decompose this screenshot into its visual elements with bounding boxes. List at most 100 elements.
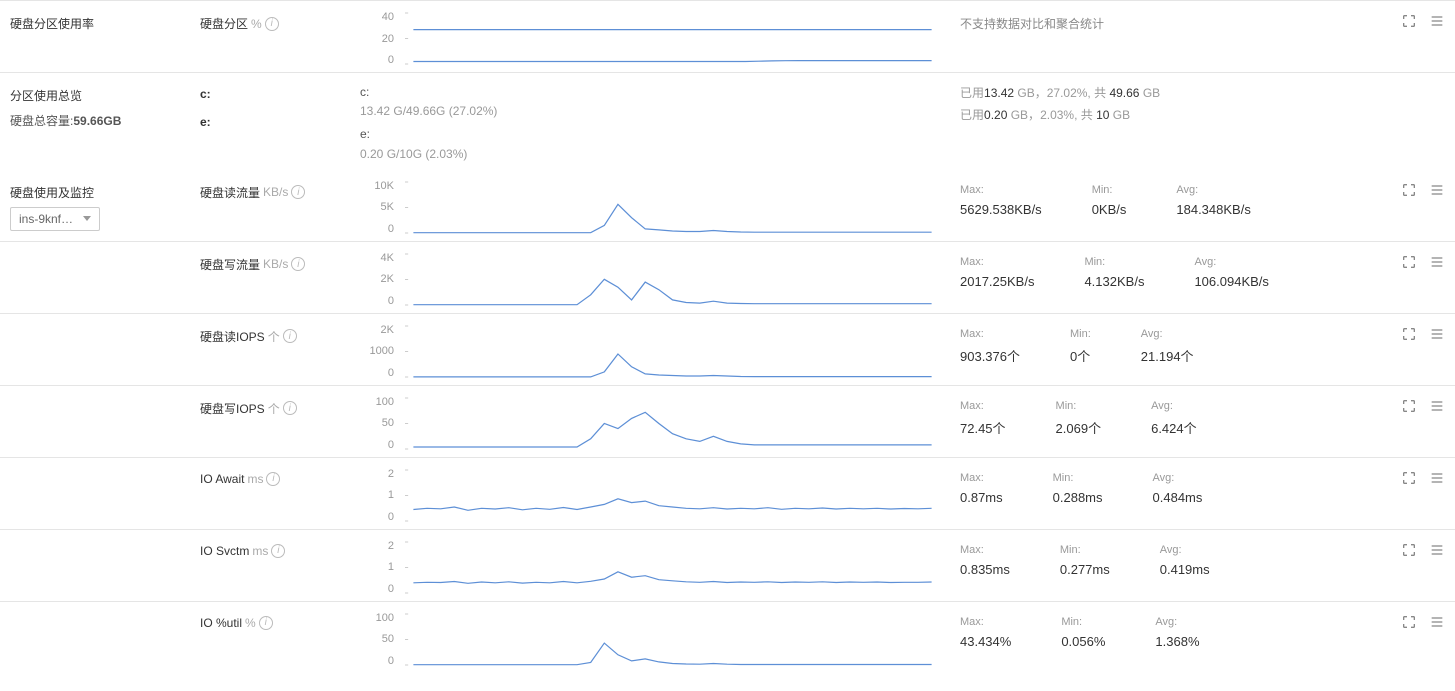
metric-row: 硬盘读IOPS个i2K10000Max:903.376个Min:0个Avg:21… (0, 313, 1455, 385)
metric-row: IO Svctmmsi210Max:0.835msMin:0.277msAvg:… (0, 529, 1455, 601)
metric-name-text: 硬盘分区 (200, 15, 248, 32)
y-tick: 0 (388, 439, 394, 451)
metric-unit: KB/s (263, 257, 288, 271)
stat-max: Max:0.835ms (960, 544, 1010, 577)
note-text: 不支持数据对比和聚合统计 (940, 11, 1375, 32)
chart-0: 10K5K0 (360, 180, 940, 235)
info-icon[interactable]: i (266, 472, 280, 486)
chart-5: 210 (360, 540, 940, 595)
menu-icon[interactable] (1429, 470, 1445, 486)
expand-icon[interactable] (1401, 398, 1417, 414)
drives-list: c: e: (200, 83, 360, 129)
expand-icon[interactable] (1401, 182, 1417, 198)
y-tick: 100 (376, 612, 394, 624)
chart-4: 210 (360, 468, 940, 523)
stat-max: Max:2017.25KB/s (960, 256, 1034, 289)
stat-value: 6.424个 (1151, 418, 1197, 437)
stat-value: 4.132KB/s (1084, 274, 1144, 289)
expand-icon[interactable] (1401, 470, 1417, 486)
y-tick: 10K (374, 180, 394, 192)
y-tick: 2K (381, 324, 394, 336)
expand-icon[interactable] (1401, 254, 1417, 270)
chart-ylabels: 4K2K0 (360, 252, 400, 307)
drive-label: e: (200, 115, 360, 129)
summary-unit: GB (1109, 108, 1130, 122)
info-icon[interactable]: i (283, 329, 297, 343)
chart-ylabels: 210 (360, 540, 400, 595)
drive-label: c: (200, 87, 360, 101)
y-tick: 0 (388, 511, 394, 523)
drive-details: c: 13.42 G/49.66G (27.02%) e: 0.20 G/10G… (360, 83, 940, 164)
y-tick: 100 (376, 396, 394, 408)
side-spacer (10, 468, 200, 472)
metric-row: IO Awaitmsi210Max:0.87msMin:0.288msAvg:0… (0, 457, 1455, 529)
y-tick: 20 (382, 33, 394, 45)
chart-area (405, 11, 940, 66)
capacity-line: 硬盘总容量:59.66GB (10, 112, 200, 129)
stat-label: Max: (960, 616, 1011, 628)
info-icon[interactable]: i (265, 17, 279, 31)
row-actions (1375, 11, 1445, 29)
y-tick: 5K (381, 201, 394, 213)
info-icon[interactable]: i (291, 257, 305, 271)
menu-icon[interactable] (1429, 254, 1445, 270)
side-label: 硬盘使用及监控ins-9knf… (10, 180, 200, 231)
menu-icon[interactable] (1429, 326, 1445, 342)
row-actions (1375, 324, 1445, 342)
y-tick: 0 (388, 295, 394, 307)
summary-used: 0.20 (984, 108, 1007, 122)
info-icon[interactable]: i (259, 616, 273, 630)
stat-value: 0KB/s (1092, 202, 1127, 217)
summary-prefix: 已用 (960, 108, 984, 122)
stats: Max:43.434%Min:0.056%Avg:1.368% (940, 612, 1375, 649)
drive-detail-line: 0.20 G/10G (2.03%) (360, 145, 940, 164)
metric-row: 硬盘写IOPS个i100500Max:72.45个Min:2.069个Avg:6… (0, 385, 1455, 457)
info-icon[interactable]: i (291, 185, 305, 199)
stat-value: 5629.538KB/s (960, 202, 1042, 217)
stat-label: Min: (1060, 544, 1110, 556)
info-icon[interactable]: i (283, 401, 297, 415)
y-tick: 1 (388, 561, 394, 573)
summary-unit: GB， (1017, 86, 1046, 100)
stat-label: Min: (1056, 400, 1102, 412)
row-actions (1375, 612, 1445, 630)
menu-icon[interactable] (1429, 398, 1445, 414)
menu-icon[interactable] (1429, 614, 1445, 630)
y-tick: 40 (382, 11, 394, 23)
metric-unit: 个 (268, 400, 280, 417)
chart-6: 100500 (360, 612, 940, 667)
stat-label: Min: (1084, 256, 1144, 268)
stat-label: Avg: (1141, 328, 1194, 340)
menu-icon[interactable] (1429, 182, 1445, 198)
instance-dropdown[interactable]: ins-9knf… (10, 207, 100, 231)
metric-title: IO Svctmmsi (200, 540, 360, 558)
stats: Max:0.835msMin:0.277msAvg:0.419ms (940, 540, 1375, 577)
chevron-down-icon (83, 216, 91, 221)
drive-detail-name: e: (360, 125, 940, 144)
y-tick: 0 (388, 367, 394, 379)
side-spacer (10, 324, 200, 328)
metric-name-text: IO Await (200, 472, 244, 486)
stat-avg: Avg:6.424个 (1151, 400, 1197, 437)
stat-value: 0个 (1070, 346, 1091, 365)
stat-label: Avg: (1176, 184, 1250, 196)
y-tick: 4K (381, 252, 394, 264)
stat-label: Max: (960, 328, 1020, 340)
stat-label: Avg: (1155, 616, 1199, 628)
metric-title: IO %util%i (200, 612, 360, 630)
metric-unit: 个 (268, 328, 280, 345)
expand-icon[interactable] (1401, 542, 1417, 558)
chart-3: 100500 (360, 396, 940, 451)
expand-icon[interactable] (1401, 13, 1417, 29)
metric-title: 硬盘读IOPS个i (200, 324, 360, 345)
menu-icon[interactable] (1429, 13, 1445, 29)
stat-value: 0.835ms (960, 562, 1010, 577)
menu-icon[interactable] (1429, 542, 1445, 558)
y-tick: 1000 (370, 345, 394, 357)
expand-icon[interactable] (1401, 614, 1417, 630)
expand-icon[interactable] (1401, 326, 1417, 342)
stat-value: 43.434% (960, 634, 1011, 649)
info-icon[interactable]: i (271, 544, 285, 558)
stat-value: 2.069个 (1056, 418, 1102, 437)
side-spacer (10, 396, 200, 400)
